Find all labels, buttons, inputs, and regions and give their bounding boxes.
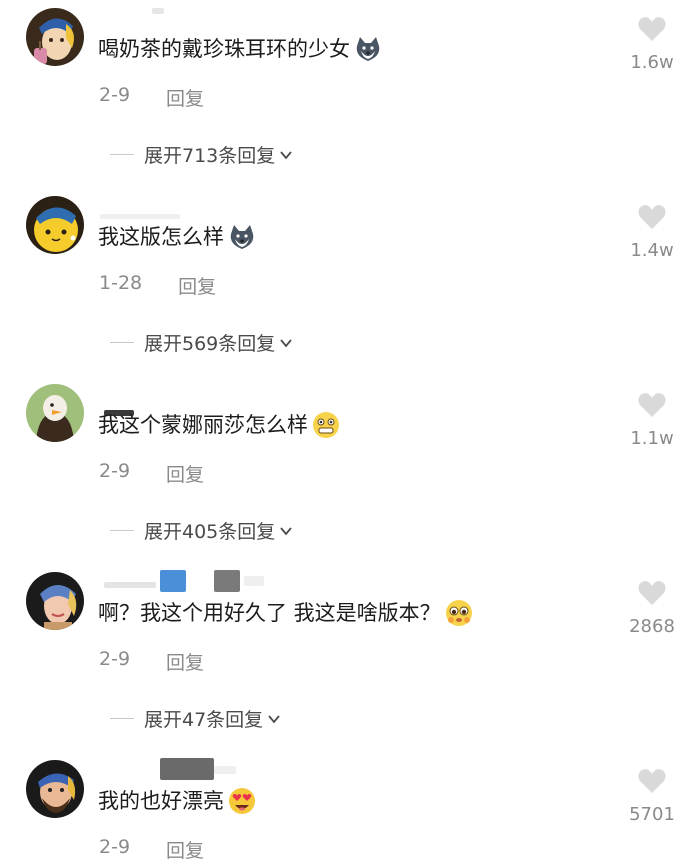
comment-meta: 2-9 回复 <box>99 84 204 111</box>
username-redacted <box>214 766 236 774</box>
like-count: 1.1w <box>630 428 674 449</box>
comment-item: 喝奶茶的戴珍珠耳环的少女 2-9 回复 展开713条回复 1.6w <box>0 0 700 188</box>
comment-item: 啊？我这个用好久了 我这是啥版本？ 2-9 回复 展开47条回复 2868 <box>0 564 700 752</box>
yellow-cat-pearl-earring-avatar[interactable] <box>26 196 84 254</box>
painted-girl-earring-avatar[interactable] <box>26 572 84 630</box>
chevron-down-icon <box>280 150 292 159</box>
reply-button[interactable]: 回复 <box>166 836 204 863</box>
duck-mona-lisa-avatar[interactable] <box>26 384 84 442</box>
comment-item: 我这版怎么样 1-28 回复 展开569条回复 1.4w <box>0 188 700 376</box>
like-button[interactable]: 5701 <box>620 768 684 825</box>
username-redacted <box>160 758 214 780</box>
expand-replies-button[interactable]: 展开47条回复 <box>110 705 281 732</box>
reply-button[interactable]: 回复 <box>178 272 216 299</box>
reply-button[interactable]: 回复 <box>166 460 204 487</box>
husky-dog-emoji <box>227 222 257 252</box>
comment-text: 我的也好漂亮 <box>98 786 257 816</box>
girl-with-pearl-earring-avatar[interactable] <box>26 8 84 66</box>
comment-item: 我这个蒙娜丽莎怎么样 2-9 回复 展开405条回复 1.1w <box>0 376 700 564</box>
expand-replies-label: 展开47条回复 <box>144 709 264 731</box>
username-redacted <box>160 570 186 592</box>
bearded-man-headwrap-avatar[interactable] <box>26 760 84 818</box>
comment-date: 2-9 <box>99 648 131 670</box>
comment-date: 1-28 <box>99 272 143 294</box>
heart-icon <box>638 17 666 41</box>
comment-text: 啊？我这个用好久了 我这是啥版本？ <box>98 598 474 628</box>
comment-date: 2-9 <box>99 460 131 482</box>
husky-dog-emoji <box>353 34 383 64</box>
comment-meta: 2-9 回复 <box>99 648 204 675</box>
heart-icon <box>638 769 666 793</box>
divider-line <box>110 530 134 531</box>
like-button[interactable]: 2868 <box>620 580 684 637</box>
username-redacted <box>100 214 180 219</box>
username-redacted <box>152 8 164 14</box>
chevron-down-icon <box>280 338 292 347</box>
comment-date: 2-9 <box>99 836 131 858</box>
comment-text: 我这个蒙娜丽莎怎么样 <box>98 410 341 440</box>
comment-date: 2-9 <box>99 84 131 106</box>
divider-line <box>110 342 134 343</box>
heart-icon <box>638 205 666 229</box>
expand-replies-button[interactable]: 展开405条回复 <box>110 517 293 544</box>
comment-text: 喝奶茶的戴珍珠耳环的少女 <box>98 34 383 64</box>
heart-eyes-emoji <box>227 786 257 816</box>
reply-button[interactable]: 回复 <box>166 84 204 111</box>
expand-replies-label: 展开405条回复 <box>144 521 276 543</box>
expand-replies-button[interactable]: 展开569条回复 <box>110 329 293 356</box>
like-count: 2868 <box>629 616 675 637</box>
like-button[interactable]: 1.4w <box>620 204 684 261</box>
expand-replies-label: 展开569条回复 <box>144 333 276 355</box>
expand-replies-label: 展开713条回复 <box>144 145 276 167</box>
like-count: 5701 <box>629 804 675 825</box>
chevron-down-icon <box>268 714 280 723</box>
like-count: 1.6w <box>630 52 674 73</box>
comment-meta: 2-9 回复 <box>99 460 204 487</box>
expand-replies-button[interactable]: 展开713条回复 <box>110 141 293 168</box>
comment-meta: 1-28 回复 <box>99 272 216 299</box>
heart-icon <box>638 581 666 605</box>
heart-icon <box>638 393 666 417</box>
like-button[interactable]: 1.6w <box>620 16 684 73</box>
comment-text: 我这版怎么样 <box>98 222 257 252</box>
like-button[interactable]: 1.1w <box>620 392 684 449</box>
like-count: 1.4w <box>630 240 674 261</box>
username-redacted <box>214 570 240 592</box>
divider-line <box>110 718 134 719</box>
comment-item: 我的也好漂亮 2-9 回复 5701 <box>0 752 700 865</box>
grinning-face-emoji <box>311 410 341 440</box>
reply-button[interactable]: 回复 <box>166 648 204 675</box>
divider-line <box>110 154 134 155</box>
username-redacted <box>244 576 264 586</box>
chevron-down-icon <box>280 526 292 535</box>
username-redacted <box>104 582 156 588</box>
comment-meta: 2-9 回复 <box>99 836 204 863</box>
pleading-face-emoji <box>444 598 474 628</box>
